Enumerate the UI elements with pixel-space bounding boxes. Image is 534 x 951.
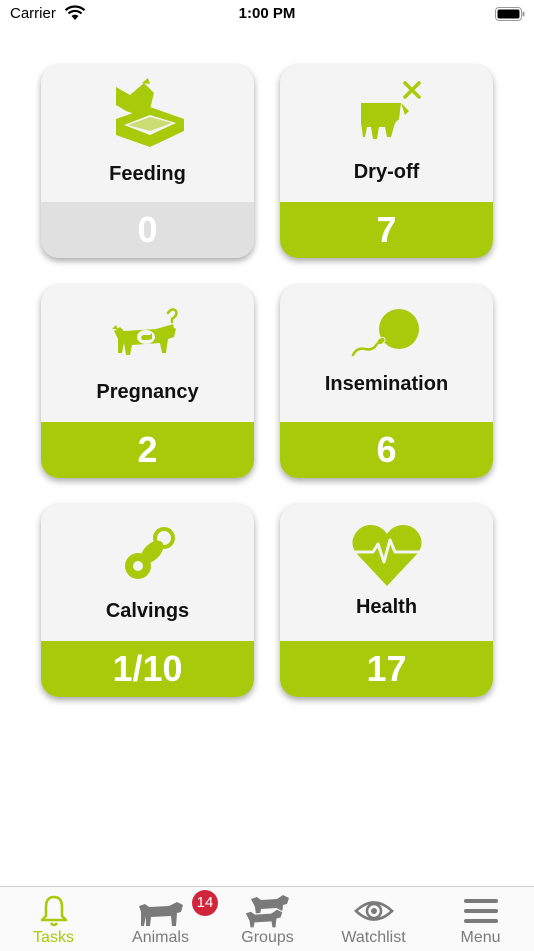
tile-label: Pregnancy	[96, 381, 199, 403]
feeding-trough-icon	[41, 75, 254, 155]
battery-icon	[495, 7, 525, 21]
tile-pregnancy[interactable]: Pregnancy 2	[41, 285, 254, 478]
tile-count: 6	[280, 422, 493, 478]
animals-badge: 14	[192, 890, 218, 916]
tab-label: Animals	[132, 929, 189, 946]
tile-insemination[interactable]: Insemination 6	[280, 285, 493, 478]
tab-label: Groups	[241, 929, 294, 946]
tile-dry-off[interactable]: Dry-off 7	[280, 65, 493, 258]
eye-icon	[320, 893, 427, 929]
tile-label: Feeding	[109, 163, 186, 185]
hamburger-icon	[427, 893, 534, 929]
tile-label: Insemination	[324, 373, 449, 395]
tile-label: Health	[355, 596, 418, 618]
cows-group-icon	[214, 893, 321, 929]
tile-count: 7	[280, 202, 493, 258]
tile-count: 17	[280, 641, 493, 697]
tile-count: 1/10	[41, 641, 254, 697]
tab-label: Tasks	[33, 929, 74, 946]
udder-cross-icon	[280, 75, 493, 155]
tab-label: Menu	[460, 929, 501, 946]
tab-bar: Tasks Animals Groups Watchlist Menu	[0, 886, 534, 951]
status-bar: Carrier 1:00 PM	[0, 0, 534, 30]
tile-label: Dry-off	[353, 161, 420, 183]
tile-health[interactable]: Health 17	[280, 504, 493, 697]
pacifier-icon	[41, 514, 254, 594]
bell-icon	[0, 893, 107, 929]
tab-groups[interactable]: Groups	[214, 887, 321, 951]
tile-calvings[interactable]: Calvings 1/10	[41, 504, 254, 697]
tab-menu[interactable]: Menu	[427, 887, 534, 951]
tile-count: 2	[41, 422, 254, 478]
tab-tasks[interactable]: Tasks	[0, 887, 107, 951]
tab-label: Watchlist	[341, 929, 406, 946]
clock: 1:00 PM	[238, 5, 296, 22]
pregnant-cow-icon	[41, 295, 254, 375]
heart-pulse-icon	[280, 514, 493, 594]
sperm-egg-icon	[280, 295, 493, 375]
tab-watchlist[interactable]: Watchlist	[320, 887, 427, 951]
tile-label: Calvings	[105, 600, 190, 622]
tile-count: 0	[41, 202, 254, 258]
tile-feeding[interactable]: Feeding 0	[41, 65, 254, 258]
